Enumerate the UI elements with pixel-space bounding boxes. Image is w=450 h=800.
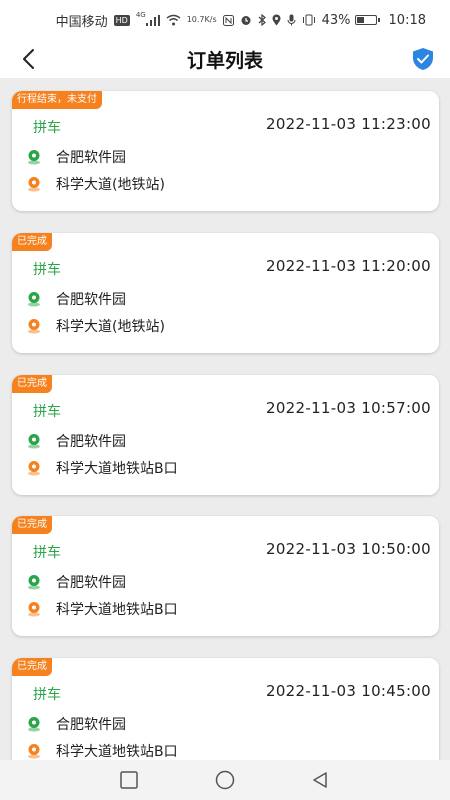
- end-point-icon: [26, 743, 42, 759]
- start-location: 合肥软件园: [56, 150, 126, 166]
- hd-icon: HD: [113, 14, 130, 26]
- order-card[interactable]: 已完成 拼车 2022-11-03 10:50:00 合肥软件园 科学大道地铁站…: [12, 516, 439, 636]
- speed-value: 10.7: [186, 15, 205, 24]
- battery-fill: [356, 17, 364, 23]
- speed-unit: K/s: [204, 15, 217, 24]
- start-location-row: 合肥软件园: [26, 714, 126, 734]
- end-point-icon: [26, 601, 42, 617]
- status-badge: 已完成: [12, 516, 52, 534]
- start-location: 合肥软件园: [56, 292, 126, 308]
- ride-type-label: 拼车: [33, 687, 61, 703]
- ride-type-label: 拼车: [33, 262, 61, 278]
- end-location: 科学大道地铁站B口: [56, 744, 178, 760]
- status-badge: 已完成: [12, 375, 52, 393]
- wifi-icon: [166, 14, 181, 26]
- start-location: 合肥软件园: [56, 717, 126, 733]
- ride-type-label: 拼车: [33, 545, 61, 561]
- order-list: 行程结束，未支付 拼车 2022-11-03 11:23:00 合肥软件园 科学…: [0, 78, 450, 760]
- page-title: 订单列表: [186, 49, 263, 72]
- network-speed: 10.7 K/s: [187, 16, 217, 24]
- end-location: 科学大道地铁站B口: [56, 461, 178, 477]
- start-point-icon: [26, 291, 42, 307]
- home-button[interactable]: [215, 770, 235, 790]
- order-card[interactable]: 行程结束，未支付 拼车 2022-11-03 11:23:00 合肥软件园 科学…: [12, 91, 439, 211]
- back-button[interactable]: [14, 45, 42, 73]
- app-header: 订单列表: [0, 40, 450, 78]
- status-badge: 行程结束，未支付: [12, 91, 102, 109]
- back-nav-button[interactable]: [310, 770, 330, 790]
- alarm-icon: [240, 14, 252, 26]
- network-type-label: 4G: [135, 11, 146, 19]
- status-badge: 已完成: [12, 233, 52, 251]
- carrier-label: 中国移动: [55, 14, 108, 30]
- end-point-icon: [26, 460, 42, 476]
- end-location-row: 科学大道地铁站B口: [26, 458, 178, 478]
- status-badge: 已完成: [12, 658, 52, 676]
- end-location-row: 科学大道地铁站B口: [26, 741, 178, 760]
- ride-type-label: 拼车: [33, 404, 61, 420]
- end-location-row: 科学大道地铁站B口: [26, 599, 178, 619]
- start-location: 合肥软件园: [56, 575, 126, 591]
- location-icon: [272, 14, 281, 26]
- signal-icon: 4G: [136, 11, 160, 26]
- start-location-row: 合肥软件园: [26, 431, 126, 451]
- square-icon: [120, 771, 138, 789]
- order-time: 2022-11-03 10:50:00: [265, 540, 431, 558]
- start-location-row: 合肥软件园: [26, 289, 126, 309]
- status-bar: 中国移动 HD 4G 10.7 K/s 43% 10:18: [0, 0, 450, 40]
- chevron-left-icon: [23, 49, 34, 69]
- recent-apps-button[interactable]: [119, 770, 139, 790]
- battery-icon: [354, 15, 380, 25]
- start-point-icon: [26, 574, 42, 590]
- triangle-back-icon: [313, 772, 327, 788]
- end-point-icon: [26, 318, 42, 334]
- battery-percent: 43%: [321, 12, 351, 28]
- bluetooth-icon: [258, 14, 266, 26]
- start-point-icon: [26, 716, 42, 732]
- end-point-icon: [26, 176, 42, 192]
- order-time: 2022-11-03 10:57:00: [265, 399, 431, 417]
- end-location: 科学大道地铁站B口: [56, 602, 178, 618]
- end-location: 科学大道(地铁站): [56, 319, 165, 335]
- start-location-row: 合肥软件园: [26, 147, 126, 167]
- order-card[interactable]: 已完成 拼车 2022-11-03 10:57:00 合肥软件园 科学大道地铁站…: [12, 375, 439, 495]
- end-location-row: 科学大道(地铁站): [26, 316, 165, 336]
- start-location-row: 合肥软件园: [26, 572, 126, 592]
- order-time: 2022-11-03 10:45:00: [265, 682, 431, 700]
- order-time: 2022-11-03 11:20:00: [265, 257, 431, 275]
- system-nav-bar: [0, 760, 450, 800]
- end-location-row: 科学大道(地铁站): [26, 174, 165, 194]
- end-location: 科学大道(地铁站): [56, 177, 165, 193]
- order-card[interactable]: 已完成 拼车 2022-11-03 10:45:00 合肥软件园 科学大道地铁站…: [12, 658, 439, 760]
- order-card[interactable]: 已完成 拼车 2022-11-03 11:20:00 合肥软件园 科学大道(地铁…: [12, 233, 439, 353]
- vibrate-icon: [302, 14, 316, 26]
- safety-button[interactable]: [410, 45, 436, 73]
- clock-time: 10:18: [388, 12, 426, 28]
- ride-type-label: 拼车: [33, 120, 61, 136]
- start-point-icon: [26, 433, 42, 449]
- start-point-icon: [26, 149, 42, 165]
- microphone-icon: [287, 14, 296, 26]
- shield-check-icon: [413, 48, 433, 70]
- circle-icon: [215, 770, 235, 790]
- nfc-icon: [222, 14, 234, 26]
- start-location: 合肥软件园: [56, 434, 126, 450]
- order-time: 2022-11-03 11:23:00: [265, 115, 431, 133]
